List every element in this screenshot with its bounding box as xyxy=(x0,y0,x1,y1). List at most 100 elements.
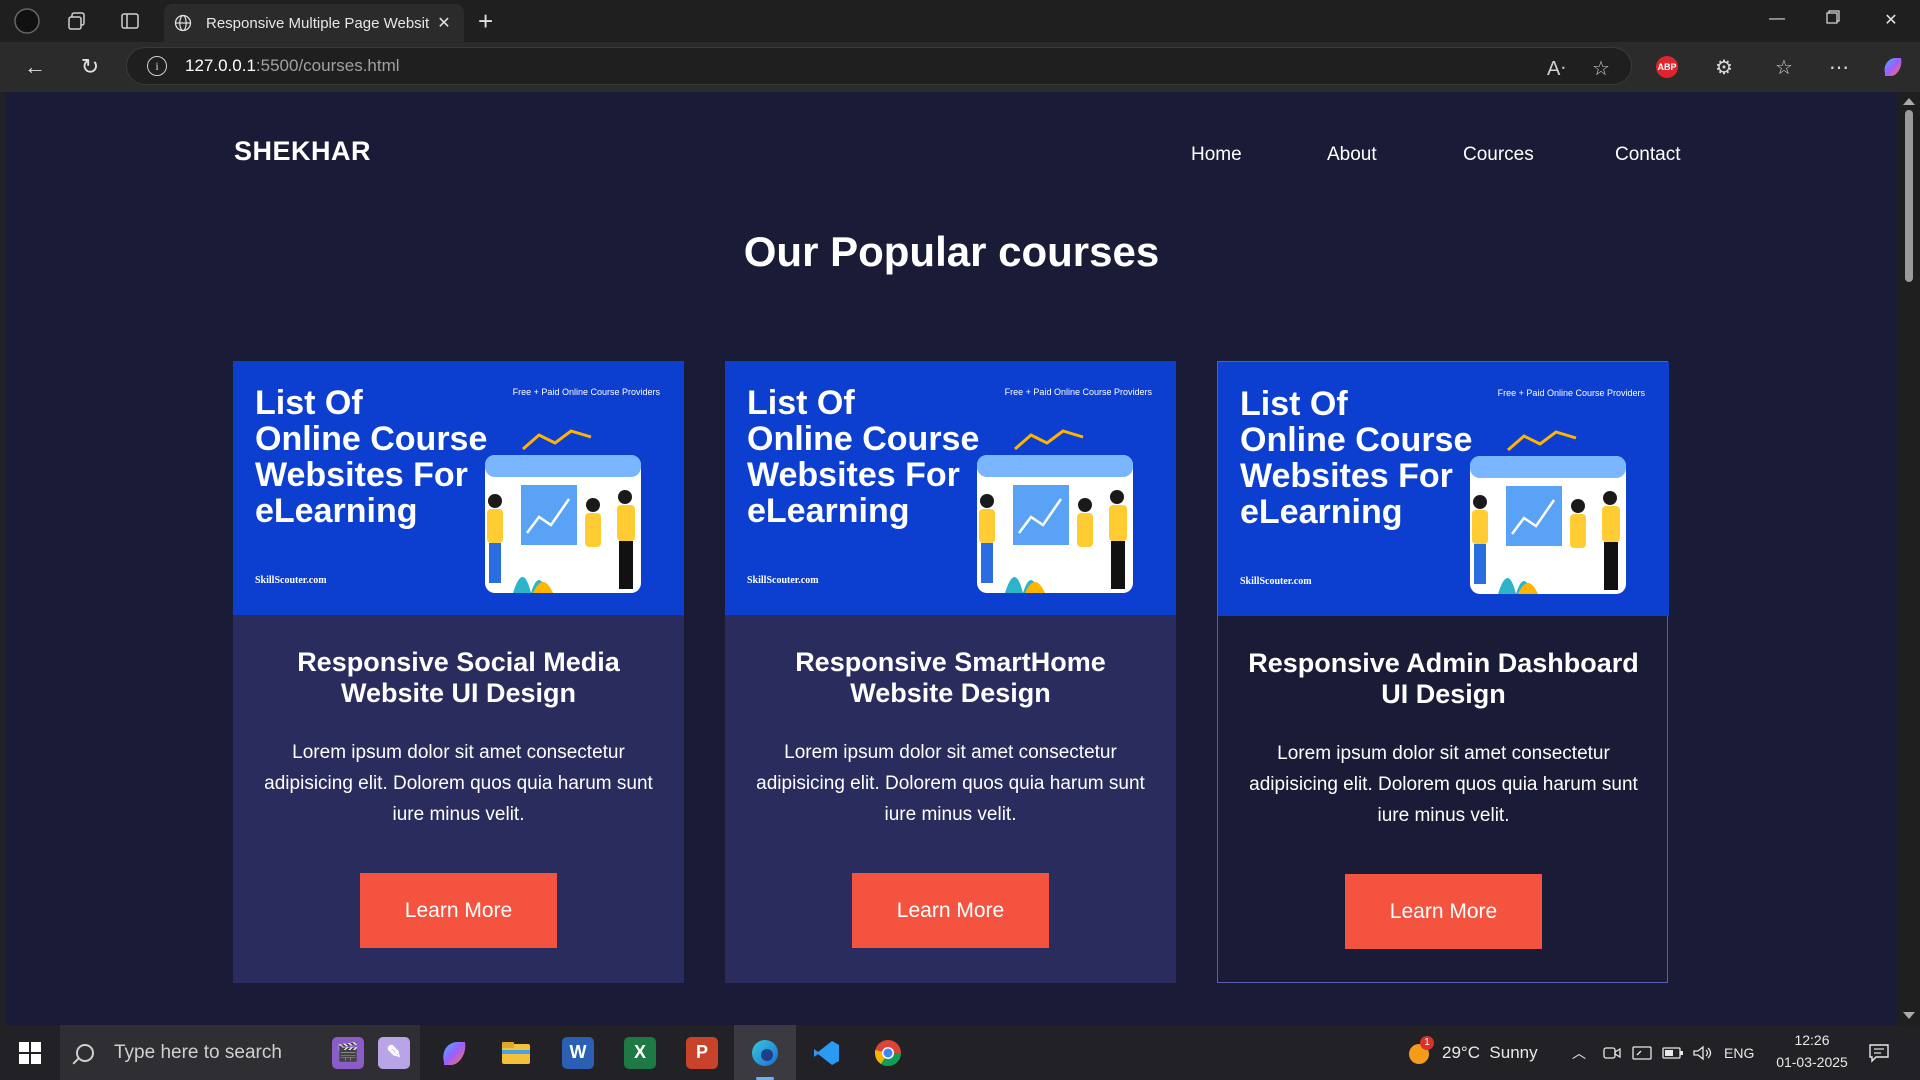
course-title: Responsive SmartHome Website Design xyxy=(795,647,1106,708)
browser-tab-bar: Responsive Multiple Page Websit ✕ + — ✕ xyxy=(0,0,1920,42)
show-hidden-icons-icon[interactable]: ︿ xyxy=(1572,1025,1586,1080)
file-explorer-icon[interactable] xyxy=(494,1025,538,1080)
windows-start-icon[interactable] xyxy=(12,1025,48,1080)
network-icon[interactable] xyxy=(1632,1025,1652,1080)
clock-date: 01-03-2025 xyxy=(1776,1054,1848,1070)
course-description: Lorem ipsum dolor sit amet consectetur a… xyxy=(264,742,653,825)
banner-title: List Of Online Course Websites For eLear… xyxy=(747,385,979,529)
restore-icon[interactable] xyxy=(1818,10,1848,29)
banner-tagline: Free + Paid Online Course Providers xyxy=(1497,388,1645,398)
extensions-icon[interactable]: ⚙ xyxy=(1711,54,1737,80)
word-icon[interactable]: W xyxy=(556,1025,600,1080)
banner-title-line: List Of xyxy=(747,384,855,422)
learn-more-button[interactable]: Learn More xyxy=(852,873,1049,948)
clapper-icon[interactable]: 🎬 xyxy=(326,1025,370,1080)
excel-icon[interactable]: X xyxy=(618,1025,662,1080)
banner-tagline: Free + Paid Online Course Providers xyxy=(1004,387,1152,397)
workspaces-icon[interactable] xyxy=(64,8,90,34)
url-host: 127.0.0.1 xyxy=(185,56,256,75)
edge-icon[interactable] xyxy=(734,1025,796,1080)
scroll-down-icon[interactable] xyxy=(1903,1012,1915,1019)
banner-title-line: Online Course xyxy=(747,420,980,458)
address-bar[interactable]: i 127.0.0.1:5500/courses.html Aᐧ ☆ xyxy=(126,47,1632,85)
copilot-taskbar-icon[interactable] xyxy=(432,1025,476,1080)
refresh-icon[interactable]: ↻ xyxy=(77,54,103,80)
learn-more-button[interactable]: Learn More xyxy=(1345,874,1542,949)
banner-tagline: Free + Paid Online Course Providers xyxy=(512,387,660,397)
elearning-illustration-icon xyxy=(977,429,1133,593)
nav-home[interactable]: Home xyxy=(1191,144,1242,166)
vscode-icon[interactable] xyxy=(804,1025,848,1080)
adblock-plus-icon[interactable]: ABP xyxy=(1656,56,1678,78)
course-title: Responsive Admin Dashboard UI Design xyxy=(1248,648,1639,709)
volume-icon[interactable] xyxy=(1692,1025,1714,1080)
banner-title-line: eLearning xyxy=(1240,493,1403,531)
active-tab[interactable]: Responsive Multiple Page Websit ✕ xyxy=(164,4,464,42)
address-toolbar: ← ↻ i 127.0.0.1:5500/courses.html Aᐧ ☆ A… xyxy=(0,42,1920,92)
course-title: Responsive Social Media Website UI Desig… xyxy=(297,647,620,708)
favorite-star-icon[interactable]: ☆ xyxy=(1592,56,1610,81)
more-menu-icon[interactable]: ⋯ xyxy=(1826,54,1852,80)
clock[interactable]: 12:26 01-03-2025 xyxy=(1762,1029,1862,1073)
taskbar: Type here to search 🎬 ✎ W X P 1 29°C Sun… xyxy=(0,1025,1920,1080)
weather-widget[interactable]: 1 29°C Sunny xyxy=(1406,1025,1538,1080)
favorites-icon[interactable]: ☆ xyxy=(1771,54,1797,80)
page-title: Our Popular courses xyxy=(743,228,1160,275)
banner-title-line: Online Course xyxy=(1240,421,1473,459)
read-aloud-icon[interactable]: Aᐧ xyxy=(1547,56,1565,81)
learn-more-button[interactable]: Learn More xyxy=(360,873,557,948)
banner-site: SkillScouter.com xyxy=(747,575,819,586)
search-icon xyxy=(76,1043,94,1062)
banner-title: List Of Online Course Websites For eLear… xyxy=(1240,386,1472,530)
nav-contact[interactable]: Contact xyxy=(1615,144,1680,166)
chrome-icon[interactable] xyxy=(866,1025,910,1080)
profile-icon[interactable] xyxy=(14,8,40,34)
globe-icon xyxy=(174,14,192,32)
banner-title-line: Websites For xyxy=(255,456,468,494)
minimize-icon[interactable]: — xyxy=(1762,10,1792,28)
close-window-icon[interactable]: ✕ xyxy=(1876,10,1906,30)
vertical-tabs-icon[interactable] xyxy=(117,8,143,34)
new-tab-icon[interactable]: + xyxy=(478,6,493,37)
banner-site: SkillScouter.com xyxy=(1240,576,1312,587)
course-banner-image: List Of Online Course Websites For eLear… xyxy=(233,361,684,615)
search-placeholder: Type here to search xyxy=(114,1041,282,1063)
site-info-icon[interactable]: i xyxy=(147,56,167,76)
nav-cources[interactable]: Cources xyxy=(1463,144,1534,166)
banner-site: SkillScouter.com xyxy=(255,575,327,586)
battery-icon[interactable] xyxy=(1662,1025,1684,1080)
course-description: Lorem ipsum dolor sit amet consectetur a… xyxy=(1249,743,1638,826)
copilot-icon[interactable] xyxy=(1880,54,1906,80)
elearning-illustration-icon xyxy=(1470,430,1626,594)
course-card: List Of Online Course Websites For eLear… xyxy=(233,361,684,983)
weather-badge: 1 xyxy=(1420,1035,1434,1050)
close-tab-icon[interactable]: ✕ xyxy=(434,13,454,33)
course-description: Lorem ipsum dolor sit amet consectetur a… xyxy=(756,742,1145,825)
nav-about[interactable]: About xyxy=(1327,144,1377,166)
clock-time: 12:26 xyxy=(1794,1032,1830,1048)
banner-title-line: List Of xyxy=(255,384,363,422)
powerpoint-icon[interactable]: P xyxy=(680,1025,724,1080)
sun-icon: 1 xyxy=(1406,1035,1434,1066)
back-icon[interactable]: ← xyxy=(22,54,48,80)
course-card: List Of Online Course Websites For eLear… xyxy=(725,361,1176,983)
banner-title: List Of Online Course Websites For eLear… xyxy=(255,385,487,529)
scroll-up-icon[interactable] xyxy=(1903,98,1915,105)
elearning-illustration-icon xyxy=(485,429,641,593)
language-indicator[interactable]: ENG xyxy=(1724,1025,1754,1080)
notepad-icon[interactable]: ✎ xyxy=(372,1025,416,1080)
meet-now-icon[interactable] xyxy=(1603,1025,1621,1080)
banner-title-line: Online Course xyxy=(255,420,488,458)
course-card: List Of Online Course Websites For eLear… xyxy=(1217,361,1669,983)
site-logo[interactable]: SHEKHAR xyxy=(234,136,371,167)
banner-title-line: List Of xyxy=(1240,385,1348,423)
tab-title: Responsive Multiple Page Websit xyxy=(206,14,430,32)
banner-title-line: eLearning xyxy=(255,492,418,530)
banner-title-line: Websites For xyxy=(747,456,960,494)
scrollbar-thumb[interactable] xyxy=(1905,110,1913,282)
banner-title-line: eLearning xyxy=(747,492,910,530)
notifications-icon[interactable] xyxy=(1868,1025,1890,1080)
weather-text: 29°C Sunny xyxy=(1442,1042,1538,1062)
course-banner-image: List Of Online Course Websites For eLear… xyxy=(725,361,1176,615)
page-scrollbar[interactable] xyxy=(1898,92,1920,1025)
